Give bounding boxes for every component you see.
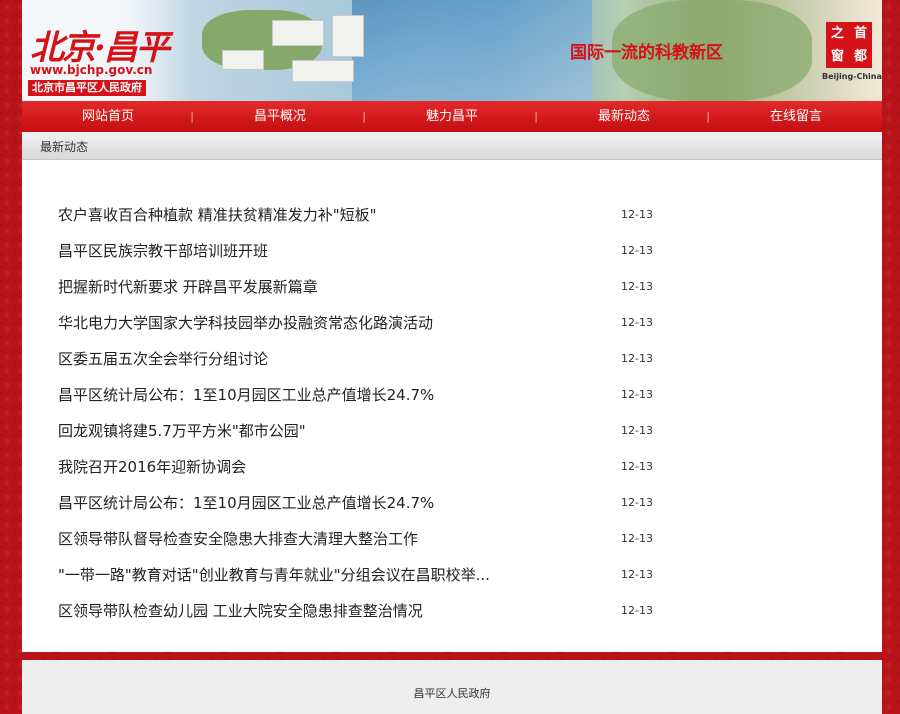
footer-org-name: 昌平区人民政府 [413,687,491,700]
header-banner: 北京·昌平 www.bjchp.gov.cn 北京市昌平区人民政府 国际一流的科… [22,0,882,101]
news-date: 12-13 [621,604,653,617]
news-date: 12-13 [621,388,653,401]
news-date: 12-13 [621,244,653,257]
nav-item-charm[interactable]: 魅力昌平 | [366,101,538,132]
list-item: 区领导带队检查幼儿园 工业大院安全隐患排查整治情况 12-13 [58,594,678,630]
news-title-link[interactable]: 昌平区民族宗教干部培训班开班 [58,240,268,261]
site-logo[interactable]: 北京·昌平 [30,20,170,69]
news-title-link[interactable]: 区领导带队检查幼儿园 工业大院安全隐患排查整治情况 [58,600,423,621]
list-item: 区委五届五次全会举行分组讨论 12-13 [58,342,678,378]
banner-building [292,60,354,82]
news-title-link[interactable]: 我院召开2016年迎新协调会 [58,456,246,477]
news-title-link[interactable]: 农户喜收百合种植款 精准扶贫精准发力补"短板" [58,204,377,225]
news-title-link[interactable]: 把握新时代新要求 开辟昌平发展新篇章 [58,276,318,297]
news-date: 12-13 [621,460,653,473]
list-item: 华北电力大学国家大学科技园举办投融资常态化路演活动 12-13 [58,306,678,342]
news-title-link[interactable]: 区领导带队督导检查安全隐患大排查大清理大整治工作 [58,528,418,549]
seal-char: 首 [853,26,867,41]
site-url: www.bjchp.gov.cn [30,63,153,77]
banner-building [332,15,364,57]
nav-item-message[interactable]: 在线留言 [710,101,882,132]
nav-item-label: 魅力昌平 [425,109,478,124]
main-nav: 网站首页 | 昌平概况 | 魅力昌平 | 最新动态 | 在线留言 [22,101,882,132]
nav-item-overview[interactable]: 昌平概况 | [194,101,366,132]
banner-building [222,50,264,70]
news-date: 12-13 [621,316,653,329]
news-date: 12-13 [621,280,653,293]
news-title-link[interactable]: 回龙观镇将建5.7万平方米"都市公园" [58,420,306,441]
list-item: 回龙观镇将建5.7万平方米"都市公园" 12-13 [58,414,678,450]
list-item: 我院召开2016年迎新协调会 12-13 [58,450,678,486]
nav-item-label: 网站首页 [81,109,134,124]
seal-caption: Beijing-China [822,72,882,81]
breadcrumb-current: 最新动态 [40,140,89,154]
list-item: 昌平区统计局公布：1至10月园区工业总产值增长24.7% 12-13 [58,486,678,522]
news-list-panel: 农户喜收百合种植款 精准扶贫精准发力补"短板" 12-13 昌平区民族宗教干部培训… [22,160,882,652]
seal-char: 之 [830,26,844,41]
list-item: 把握新时代新要求 开辟昌平发展新篇章 12-13 [58,270,678,306]
news-date: 12-13 [621,568,653,581]
list-item: 昌平区统计局公布：1至10月园区工业总产值增长24.7% 12-13 [58,378,678,414]
nav-item-home[interactable]: 网站首页 | [22,101,194,132]
list-item: 农户喜收百合种植款 精准扶贫精准发力补"短板" 12-13 [58,198,678,234]
news-date: 12-13 [621,208,653,221]
news-date: 12-13 [621,496,653,509]
banner-river [352,0,592,101]
news-title-link[interactable]: 昌平区统计局公布：1至10月园区工业总产值增长24.7% [58,492,434,513]
seal-char: 窗 [830,49,844,64]
nav-item-label: 昌平概况 [253,109,306,124]
news-date: 12-13 [621,424,653,437]
news-date: 12-13 [621,352,653,365]
list-item: "一带一路"教育对话"创业教育与青年就业"分组会议在昌职校举... 12-13 [58,558,678,594]
news-title-link[interactable]: 昌平区统计局公布：1至10月园区工业总产值增长24.7% [58,384,434,405]
news-title-link[interactable]: 区委五届五次全会举行分组讨论 [58,348,268,369]
news-title-link[interactable]: 华北电力大学国家大学科技园举办投融资常态化路演活动 [58,312,433,333]
banner-slogan: 国际一流的科教新区 [570,43,723,63]
capital-window-seal: 之 首 窗 都 [826,22,872,68]
list-item: 昌平区民族宗教干部培训班开班 12-13 [58,234,678,270]
news-title-link[interactable]: "一带一路"教育对话"创业教育与青年就业"分组会议在昌职校举... [58,564,490,585]
news-date: 12-13 [621,532,653,545]
banner-building [272,20,324,46]
nav-item-label: 最新动态 [597,109,650,124]
list-item: 区领导带队督导检查安全隐患大排查大清理大整治工作 12-13 [58,522,678,558]
site-org-name: 北京市昌平区人民政府 [28,80,146,96]
nav-item-label: 在线留言 [769,109,822,124]
page-footer: 昌平区人民政府 [22,660,882,714]
breadcrumb: 最新动态 [22,132,882,160]
nav-item-news[interactable]: 最新动态 | [538,101,710,132]
seal-char: 都 [853,49,867,64]
